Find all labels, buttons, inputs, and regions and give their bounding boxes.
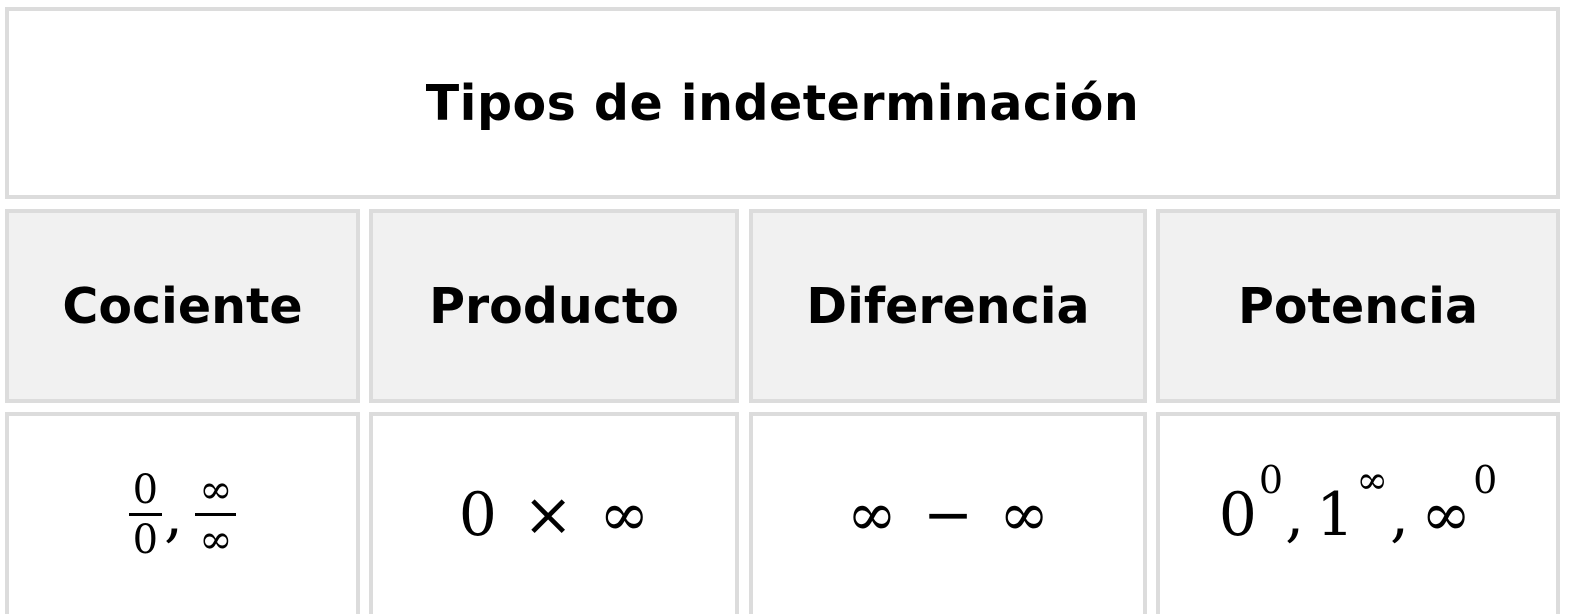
minus-operator: − [922, 480, 974, 550]
cell-cociente: 0 0 , ∞ ∞ [5, 412, 360, 614]
header-cociente: Cociente [5, 209, 360, 403]
power-exponent: ∞ [1356, 458, 1389, 502]
producto-left-operand: 0 [458, 480, 497, 550]
power-term: 1 ∞ [1316, 458, 1388, 550]
times-operator: × [522, 480, 574, 550]
diferencia-expression: ∞ − ∞ [847, 480, 1049, 550]
power-base: 1 [1316, 480, 1355, 550]
diferencia-left-operand: ∞ [846, 480, 897, 550]
power-term: ∞ 0 [1421, 458, 1497, 550]
fraction-numerator: 0 [132, 467, 159, 513]
header-potencia: Potencia [1156, 209, 1560, 403]
power-term: 00 [1218, 458, 1283, 550]
cell-producto: 0 × ∞ [369, 412, 739, 614]
fraction-denominator: ∞ [199, 517, 233, 563]
header-producto-label: Producto [429, 277, 679, 335]
comma-separator: , [164, 480, 184, 550]
power-exponent: 0 [1258, 458, 1284, 502]
fraction-infinity-over-infinity: ∞ ∞ [195, 467, 237, 563]
fraction-numerator: ∞ [199, 467, 233, 513]
diferencia-right-operand: ∞ [999, 480, 1050, 550]
fraction-zero-over-zero: 0 0 [128, 467, 163, 563]
cell-potencia: 00 , 1 ∞ , ∞ 0 [1156, 412, 1560, 614]
producto-expression: 0 × ∞ [459, 480, 649, 550]
header-diferencia: Diferencia [749, 209, 1147, 403]
comma-separator: , [1285, 480, 1305, 550]
fraction-denominator: 0 [132, 517, 159, 563]
power-base: 0 [1218, 480, 1257, 550]
header-producto: Producto [369, 209, 739, 403]
table-title: Tipos de indeterminación [425, 74, 1140, 132]
comma-separator: , [1390, 480, 1410, 550]
header-cociente-label: Cociente [62, 277, 303, 335]
table-title-cell: Tipos de indeterminación [5, 7, 1560, 199]
potencia-expression: 00 , 1 ∞ , ∞ 0 [1218, 458, 1498, 550]
header-diferencia-label: Diferencia [806, 277, 1090, 335]
power-base: ∞ [1421, 480, 1472, 550]
cociente-expression: 0 0 , ∞ ∞ [128, 467, 237, 563]
header-potencia-label: Potencia [1237, 277, 1479, 335]
cell-diferencia: ∞ − ∞ [749, 412, 1147, 614]
producto-right-operand: ∞ [599, 480, 650, 550]
power-exponent: 0 [1473, 458, 1498, 502]
